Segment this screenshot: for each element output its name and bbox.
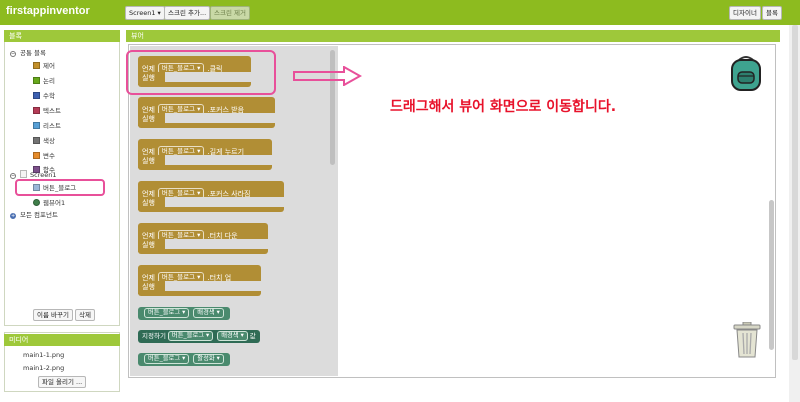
component-dropdown[interactable]: 버튼_블로그 ▾ <box>144 354 190 364</box>
app-title: firstappinventor <box>6 5 90 17</box>
annotation-text: 드래그해서 뷰어 화면으로 이동합니다. <box>390 99 617 115</box>
webviewer-item[interactable]: 웹뷰어1 <box>33 198 65 208</box>
blocks-button[interactable]: 블록 <box>762 6 782 20</box>
logic-icon <box>33 77 40 84</box>
globe-icon <box>33 199 40 206</box>
lists-icon <box>33 122 40 129</box>
arrow-right-icon <box>293 66 362 86</box>
getter-block-enabled[interactable]: 버튼_블로그 ▾ 활성화 ▾ <box>138 353 230 366</box>
event-block-lost-focus[interactable]: 언제 버튼_블로그 ▾ .포커스 사라짐 실행 <box>138 181 284 212</box>
builtin-tree-node[interactable]: − 공통 블록 <box>10 48 46 58</box>
builtin-item-control[interactable]: 제어 <box>33 61 55 71</box>
builtin-item-variables[interactable]: 변수 <box>33 151 55 161</box>
media-file[interactable]: main1-2.png <box>23 363 64 373</box>
builtin-item-lists[interactable]: 리스트 <box>33 121 61 131</box>
math-icon <box>33 92 40 99</box>
builtin-item-math[interactable]: 수학 <box>33 91 55 101</box>
setter-block-background-color[interactable]: 지정하기 버튼_블로그 ▾ 배경색 ▾ 값 <box>138 330 260 343</box>
collapse-icon[interactable]: − <box>10 173 16 179</box>
expand-icon[interactable]: + <box>10 213 16 219</box>
remove-screen-button[interactable]: 스크린 제거 <box>210 6 250 20</box>
colors-icon <box>33 137 40 144</box>
any-component-tree-node[interactable]: + 모든 컴포넌트 <box>10 210 58 220</box>
workspace-scrollbar[interactable] <box>769 200 774 350</box>
event-block-touch-up[interactable]: 언제 버튼_블로그 ▾ .터치 업 실행 <box>138 265 278 296</box>
screen-icon <box>20 170 27 178</box>
property-dropdown[interactable]: 활성화 ▾ <box>193 354 224 364</box>
event-block-touch-down[interactable]: 언제 버튼_블로그 ▾ .터치 다운 실행 <box>138 223 278 254</box>
backpack-icon[interactable] <box>728 54 764 92</box>
event-block-got-focus[interactable]: 언제 버튼_블로그 ▾ .포커스 받음 실행 <box>138 97 278 128</box>
media-panel-header: 미디어 <box>4 334 120 346</box>
statement-slot <box>165 155 265 164</box>
statement-slot <box>165 197 265 206</box>
rename-button[interactable]: 이름 바꾸기 <box>33 309 73 321</box>
variables-icon <box>33 152 40 159</box>
designer-button[interactable]: 디자이너 <box>729 6 761 20</box>
statement-slot <box>165 239 265 248</box>
component-dropdown[interactable]: 버튼_블로그 ▾ <box>167 331 214 341</box>
component-dropdown[interactable]: 버튼_블로그 ▾ <box>144 308 190 318</box>
builtin-item-colors[interactable]: 색상 <box>33 136 55 146</box>
viewer-header: 뷰어 <box>126 30 780 42</box>
delete-button[interactable]: 삭제 <box>75 309 95 321</box>
text-icon <box>33 107 40 114</box>
builtin-item-logic[interactable]: 논리 <box>33 76 55 86</box>
trash-icon[interactable] <box>732 322 762 358</box>
getter-block-background-color[interactable]: 버튼_블로그 ▾ 배경색 ▾ <box>138 307 230 320</box>
statement-slot <box>165 281 265 290</box>
add-screen-button[interactable]: 스크린 추가... <box>164 6 211 20</box>
property-dropdown[interactable]: 배경색 ▾ <box>193 308 224 318</box>
collapse-icon[interactable]: − <box>10 51 16 57</box>
highlight-click-block <box>126 50 276 95</box>
upload-file-button[interactable]: 파일 올리기 ... <box>38 376 87 388</box>
builtin-item-text[interactable]: 텍스트 <box>33 106 61 116</box>
event-block-long-click[interactable]: 언제 버튼_블로그 ▾ .길게 누르기 실행 <box>138 139 278 170</box>
control-icon <box>33 62 40 69</box>
media-file[interactable]: main1-1.png <box>23 350 64 360</box>
blocks-panel-header: 블록 <box>4 30 120 42</box>
screen-select[interactable]: Screen1 ▾ <box>125 6 165 20</box>
page-scrollbar[interactable] <box>792 25 798 360</box>
property-dropdown[interactable]: 배경색 ▾ <box>217 331 248 341</box>
statement-slot <box>165 113 265 122</box>
selected-component-highlight <box>15 179 105 196</box>
top-bar: firstappinventor Screen1 ▾ 스크린 추가... 스크린… <box>0 0 800 25</box>
